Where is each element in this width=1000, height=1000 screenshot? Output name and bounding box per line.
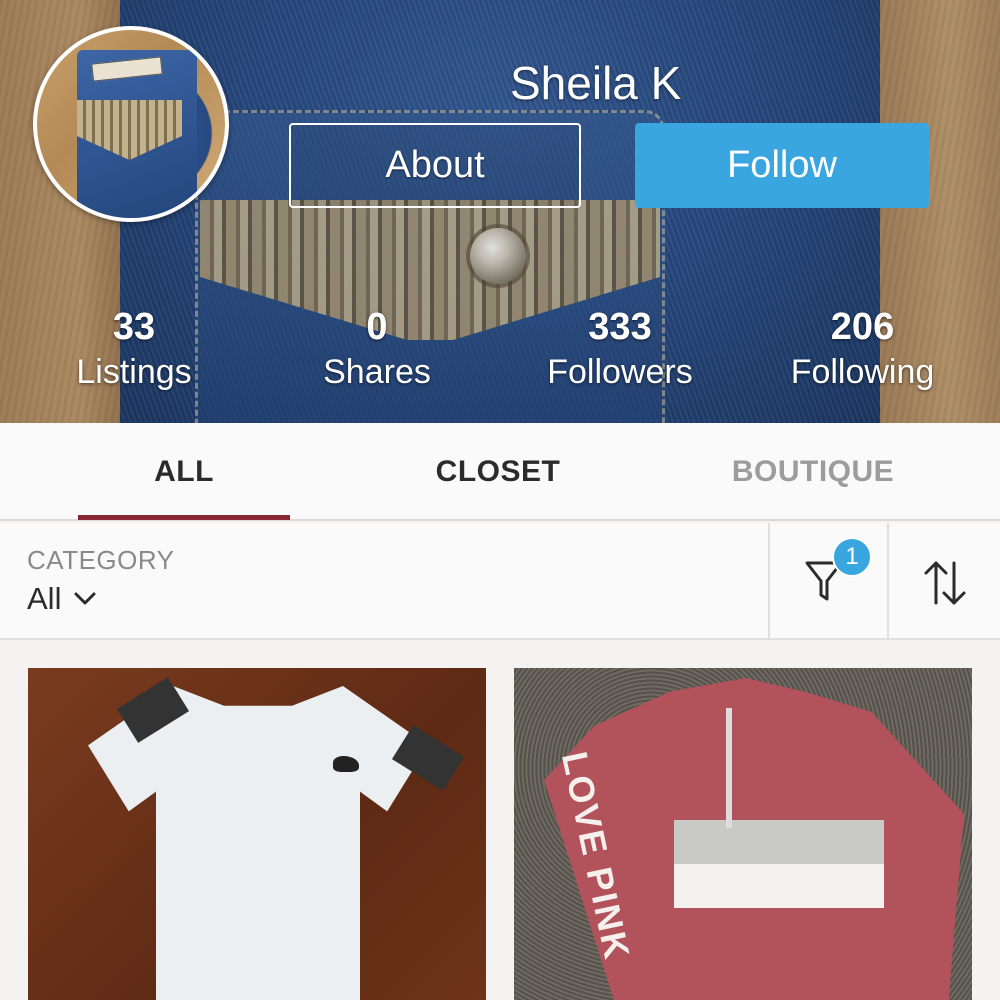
stat-value: 206: [830, 306, 895, 348]
sort-arrows-icon: [924, 561, 966, 605]
tab-all[interactable]: ALL: [78, 423, 290, 521]
hoodie-stripe: [674, 820, 884, 864]
sort-button[interactable]: [889, 523, 1000, 640]
chevron-down-icon: [74, 592, 96, 605]
avatar[interactable]: [33, 26, 229, 222]
follow-button[interactable]: Follow: [635, 123, 929, 208]
closet-tabs: ALL CLOSET BOUTIQUE: [0, 423, 1000, 521]
profile-cover: Sheila K About Follow 33 Listings 0 Shar…: [0, 0, 1000, 423]
stat-label: Followers: [547, 353, 693, 391]
profile-stats: 33 Listings 0 Shares 333 Followers 206 F…: [0, 305, 1000, 405]
stat-label: Following: [790, 353, 935, 391]
filter-bar: CATEGORY All 1: [0, 523, 1000, 640]
listing-card[interactable]: [28, 668, 486, 1000]
tab-boutique[interactable]: BOUTIQUE: [713, 423, 913, 521]
stat-value: 33: [112, 306, 156, 348]
category-dropdown[interactable]: All: [27, 581, 97, 617]
dog-logo-icon: [333, 756, 359, 772]
filter-count-badge: 1: [832, 537, 872, 577]
username: Sheila K: [510, 57, 682, 109]
tab-closet[interactable]: CLOSET: [400, 423, 596, 521]
filter-button[interactable]: 1: [770, 523, 887, 640]
stat-value: 333: [588, 306, 652, 348]
stat-value: 0: [366, 306, 388, 348]
stat-followers[interactable]: 333 Followers: [520, 305, 720, 395]
stat-label: Shares: [323, 353, 431, 391]
listing-card[interactable]: LOVE PINK: [514, 668, 972, 1000]
hoodie-zipper: [726, 708, 732, 828]
category-label: CATEGORY: [27, 545, 175, 575]
active-tab-indicator: [78, 515, 290, 520]
stat-following[interactable]: 206 Following: [770, 305, 955, 395]
stat-shares[interactable]: 0 Shares: [297, 305, 457, 395]
stat-listings[interactable]: 33 Listings: [54, 305, 214, 395]
hoodie-stripe: [674, 864, 884, 908]
stat-label: Listings: [76, 353, 192, 391]
about-button[interactable]: About: [289, 123, 581, 208]
category-value: All: [27, 581, 62, 616]
